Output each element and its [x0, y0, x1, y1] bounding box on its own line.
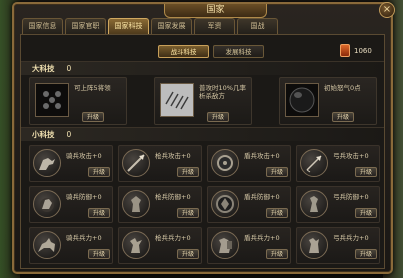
- upgrade-button[interactable]: 升级: [355, 249, 377, 259]
- small-tech-item: 弓兵攻击+0 升级: [296, 145, 380, 182]
- small-tech-item: 盾兵兵力+0 升级: [207, 227, 291, 264]
- subtab-combat-tech[interactable]: 战斗科技: [158, 45, 209, 58]
- small-tech-name: 骑兵兵力+0: [66, 234, 102, 242]
- close-button[interactable]: ×: [379, 2, 395, 18]
- spear-troops-icon[interactable]: [122, 231, 150, 259]
- small-tech-name: 弓兵防御+0: [333, 193, 369, 201]
- small-tech-item: 弓兵防御+0 升级: [296, 186, 380, 223]
- tab-nation-info[interactable]: 国家信息: [22, 18, 63, 34]
- small-tech-item: 枪兵攻击+0 升级: [118, 145, 202, 182]
- tab-nation-tech[interactable]: 国家科技: [108, 18, 149, 34]
- slash-marks-icon[interactable]: [160, 83, 194, 117]
- small-tech-item: 枪兵兵力+0 升级: [118, 227, 202, 264]
- tab-nation-offices[interactable]: 国家官职: [65, 18, 106, 34]
- small-tech-header: 小科技 0: [21, 127, 384, 141]
- big-tech-item: 初始怒气0点 升级: [279, 77, 377, 125]
- tab-nation-development[interactable]: 国家发展: [151, 18, 192, 34]
- upgrade-button[interactable]: 升级: [88, 208, 110, 218]
- formation-grid-icon[interactable]: [35, 83, 69, 117]
- dark-orb-icon[interactable]: [285, 83, 319, 117]
- shield-troops-icon[interactable]: [211, 231, 239, 259]
- small-tech-item: 枪兵防御+0 升级: [118, 186, 202, 223]
- cavalry-attack-icon[interactable]: [33, 149, 61, 177]
- game-scene: 国家 × 国家信息 国家官职 国家科技 国家发展 军资 国战 战斗科技 发展科技…: [0, 0, 403, 278]
- small-tech-name: 骑兵攻击+0: [66, 152, 102, 160]
- big-tech-value: 0: [66, 64, 72, 73]
- upgrade-button[interactable]: 升级: [82, 112, 104, 122]
- small-tech-label: 小科技: [32, 130, 55, 139]
- upgrade-button[interactable]: 升级: [266, 208, 288, 218]
- shield-defense-icon[interactable]: [211, 190, 239, 218]
- small-tech-name: 弓兵攻击+0: [333, 152, 369, 160]
- tab-military-supplies[interactable]: 军资: [194, 18, 235, 34]
- resource-token-icon: [340, 44, 350, 57]
- small-tech-grid: 骑兵攻击+0 升级 枪兵攻击+0 升级 盾兵攻击+0 升级 弓兵攻击+0 升级 …: [29, 145, 380, 265]
- upgrade-button[interactable]: 升级: [177, 208, 199, 218]
- small-tech-item: 骑兵兵力+0 升级: [29, 227, 113, 264]
- spear-defense-icon[interactable]: [122, 190, 150, 218]
- upgrade-button[interactable]: 升级: [177, 167, 199, 177]
- small-tech-name: 枪兵攻击+0: [155, 152, 191, 160]
- upgrade-button[interactable]: 升级: [355, 208, 377, 218]
- upgrade-button[interactable]: 升级: [355, 167, 377, 177]
- small-tech-name: 枪兵兵力+0: [155, 234, 191, 242]
- resource-value: 1060: [354, 46, 372, 55]
- big-tech-header: 大科技 0: [21, 61, 384, 75]
- big-tech-row: 可上阵5将领 升级 普攻时10%几率 析杀敌方 升级 初始怒气0点 升级: [29, 77, 379, 125]
- small-tech-item: 盾兵攻击+0 升级: [207, 145, 291, 182]
- small-tech-name: 枪兵防御+0: [155, 193, 191, 201]
- main-tabs: 国家信息 国家官职 国家科技 国家发展 军资 国战: [22, 18, 278, 34]
- big-tech-desc: 初始怒气0点: [324, 84, 361, 92]
- big-tech-item: 普攻时10%几率 析杀敌方 升级: [154, 77, 252, 125]
- upgrade-button[interactable]: 升级: [332, 112, 354, 122]
- upgrade-button[interactable]: 升级: [266, 167, 288, 177]
- cavalry-defense-icon[interactable]: [33, 190, 61, 218]
- small-tech-name: 盾兵防御+0: [244, 193, 280, 201]
- small-tech-item: 盾兵防御+0 升级: [207, 186, 291, 223]
- small-tech-name: 盾兵攻击+0: [244, 152, 280, 160]
- bow-defense-icon[interactable]: [300, 190, 328, 218]
- big-tech-item: 可上阵5将领 升级: [29, 77, 127, 125]
- upgrade-button[interactable]: 升级: [88, 249, 110, 259]
- bow-troops-icon[interactable]: [300, 231, 328, 259]
- upgrade-button[interactable]: 升级: [207, 112, 229, 122]
- bow-attack-icon[interactable]: [300, 149, 328, 177]
- sub-tabs: 战斗科技 发展科技: [158, 45, 264, 58]
- upgrade-button[interactable]: 升级: [177, 249, 199, 259]
- window-title: 国家: [164, 4, 267, 18]
- small-tech-name: 弓兵兵力+0: [333, 234, 369, 242]
- resource-counter: 1060: [340, 44, 372, 57]
- subtab-development-tech[interactable]: 发展科技: [213, 45, 264, 58]
- upgrade-button[interactable]: 升级: [88, 167, 110, 177]
- shield-attack-icon[interactable]: [211, 149, 239, 177]
- small-tech-value: 0: [66, 130, 72, 139]
- cavalry-troops-icon[interactable]: [33, 231, 61, 259]
- upgrade-button[interactable]: 升级: [266, 249, 288, 259]
- small-tech-item: 骑兵防御+0 升级: [29, 186, 113, 223]
- small-tech-name: 盾兵兵力+0: [244, 234, 280, 242]
- tech-panel: 战斗科技 发展科技 1060 大科技 0 可上阵5将领 升级 普攻时10%几率 …: [20, 34, 385, 269]
- big-tech-label: 大科技: [32, 64, 55, 73]
- tab-nation-war[interactable]: 国战: [237, 18, 278, 34]
- spear-attack-icon[interactable]: [122, 149, 150, 177]
- big-tech-desc: 可上阵5将领: [74, 84, 111, 92]
- small-tech-name: 骑兵防御+0: [66, 193, 102, 201]
- small-tech-item: 骑兵攻击+0 升级: [29, 145, 113, 182]
- small-tech-item: 弓兵兵力+0 升级: [296, 227, 380, 264]
- big-tech-desc: 普攻时10%几率 析杀敌方: [199, 84, 246, 100]
